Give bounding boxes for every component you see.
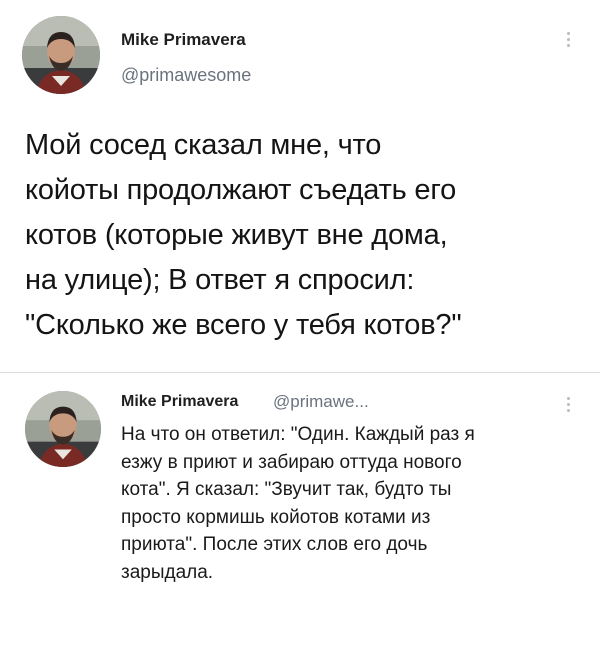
avatar-photo: [22, 16, 100, 94]
more-vertical-icon[interactable]: [565, 397, 571, 412]
more-vertical-icon[interactable]: [565, 32, 571, 47]
tweet-text: На что он ответил: "Один. Каждый раз я е…: [121, 424, 475, 583]
tweet-text: Мой сосед сказал мне, что койоты продолж…: [25, 129, 462, 341]
tweet-main: Mike Primavera @primawesome Мой сосед ск…: [0, 0, 600, 372]
user-handle[interactable]: @primawe...: [273, 392, 369, 412]
user-handle[interactable]: @primawesome: [121, 65, 251, 86]
tweet-reply: Mike Primavera @primawe... На что он отв…: [0, 373, 600, 656]
avatar-photo: [25, 391, 101, 467]
display-name[interactable]: Mike Primavera: [121, 393, 238, 411]
avatar[interactable]: [22, 16, 100, 94]
display-name[interactable]: Mike Primavera: [121, 30, 246, 50]
avatar[interactable]: [25, 391, 101, 467]
